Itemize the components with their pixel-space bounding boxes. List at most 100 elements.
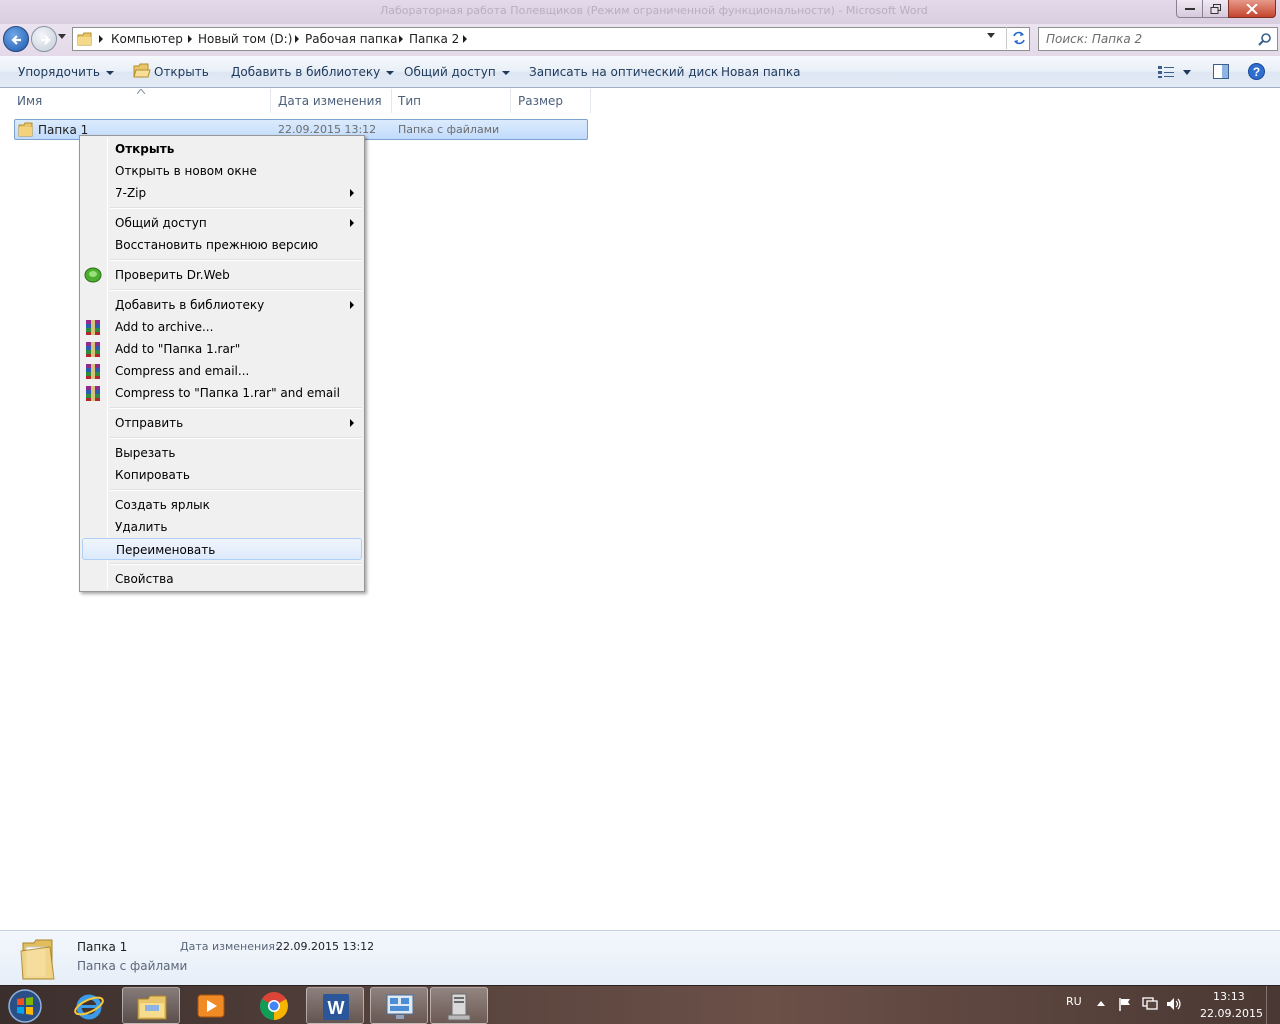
menu-item-add-to-archive[interactable]: Add to archive... <box>82 316 362 338</box>
column-name[interactable]: Имя <box>11 89 271 113</box>
action-center-flag-icon[interactable] <box>1118 997 1132 1011</box>
clock-date[interactable]: 22.09.2015 <box>1200 1007 1263 1020</box>
network-icon[interactable] <box>1142 997 1158 1011</box>
media-player-icon <box>197 994 225 1018</box>
minimize-button[interactable] <box>1176 0 1203 18</box>
winrar-icon <box>86 364 100 379</box>
burn-button[interactable]: Записать на оптический диск <box>529 65 718 79</box>
window-title: Лабораторная работа Полевщиков (Режим ог… <box>380 4 928 17</box>
breadcrumb-current-folder[interactable]: Папка 2 <box>409 32 459 46</box>
menu-separator <box>110 489 362 491</box>
menu-item-drweb[interactable]: Проверить Dr.Web <box>82 264 362 286</box>
taskbar-internet-explorer[interactable] <box>60 987 118 1024</box>
address-bar[interactable]: Компьютер Новый том (D:) Рабочая папка П… <box>72 27 1030 51</box>
column-type[interactable]: Тип <box>392 89 511 113</box>
file-type: Папка с файлами <box>398 123 500 136</box>
menu-separator <box>110 563 362 565</box>
back-button[interactable] <box>3 26 29 52</box>
details-type: Папка с файлами <box>77 959 188 973</box>
taskbar-word[interactable]: W <box>306 987 364 1024</box>
show-desktop-button[interactable] <box>1266 986 1280 1024</box>
address-history-dropdown-icon[interactable] <box>987 33 995 38</box>
breadcrumb-arrow-icon[interactable] <box>99 35 103 43</box>
help-icon[interactable]: ? <box>1248 63 1265 80</box>
clock-time[interactable]: 13:13 <box>1213 990 1245 1003</box>
menu-item-restore-version[interactable]: Восстановить прежнюю версию <box>82 234 362 256</box>
preview-pane-icon[interactable] <box>1213 64 1229 79</box>
volume-icon[interactable] <box>1166 997 1182 1011</box>
menu-item-compress-rar-email[interactable]: Compress to "Папка 1.rar" and email <box>82 382 362 404</box>
drweb-spider-icon <box>84 267 102 283</box>
menu-item-properties[interactable]: Свойства <box>82 568 362 590</box>
menu-item-add-to-rar[interactable]: Add to "Папка 1.rar" <box>82 338 362 360</box>
chevron-down-icon[interactable] <box>1183 70 1191 75</box>
menu-item-7zip[interactable]: 7-Zip <box>82 182 362 204</box>
refresh-button[interactable] <box>1006 27 1030 49</box>
breadcrumb-computer[interactable]: Компьютер <box>111 32 183 46</box>
view-options-icon[interactable] <box>1158 66 1174 78</box>
taskbar-file-server[interactable] <box>430 987 488 1024</box>
column-date[interactable]: Дата изменения <box>272 89 392 113</box>
search-icon[interactable] <box>1258 32 1272 46</box>
menu-item-rename[interactable]: Переименовать <box>82 538 362 560</box>
close-icon <box>1246 3 1258 14</box>
breadcrumb-arrow-icon[interactable] <box>188 35 192 43</box>
taskbar-chrome[interactable] <box>245 987 303 1024</box>
restore-button[interactable] <box>1202 0 1229 18</box>
share-button[interactable]: Общий доступ <box>404 65 510 79</box>
open-button[interactable]: Открыть <box>154 65 209 79</box>
start-button[interactable] <box>5 988 45 1024</box>
winrar-icon <box>86 386 100 401</box>
menu-item-copy[interactable]: Копировать <box>82 464 362 486</box>
show-hidden-icons-icon[interactable] <box>1097 1001 1105 1007</box>
breadcrumb-arrow-icon[interactable] <box>463 35 467 43</box>
details-date: 22.09.2015 13:12 <box>276 940 375 953</box>
winrar-icon <box>86 320 100 335</box>
taskbar-remote-desktop[interactable] <box>370 987 428 1024</box>
menu-separator <box>110 259 362 261</box>
menu-item-open-new-window[interactable]: Открыть в новом окне <box>82 160 362 182</box>
submenu-arrow-icon <box>350 189 354 197</box>
breadcrumb-work-folder[interactable]: Рабочая папка <box>305 32 397 46</box>
recent-pages-dropdown-icon[interactable] <box>58 34 66 40</box>
close-button[interactable] <box>1228 0 1276 18</box>
column-size[interactable]: Размер <box>512 89 591 113</box>
add-to-library-label: Добавить в библиотеку <box>231 65 381 79</box>
taskbar-explorer[interactable] <box>122 987 180 1024</box>
menu-separator <box>110 207 362 209</box>
breadcrumb-arrow-icon[interactable] <box>295 35 299 43</box>
menu-item-add-to-library[interactable]: Добавить в библиотеку <box>82 294 362 316</box>
details-date-label: Дата изменения: <box>180 940 279 953</box>
explorer-icon <box>137 995 167 1020</box>
share-label: Общий доступ <box>404 65 496 79</box>
windows-logo-icon <box>8 989 42 1023</box>
taskbar-media-player[interactable] <box>182 987 240 1024</box>
forward-button[interactable] <box>31 26 57 52</box>
chevron-down-icon <box>501 70 510 75</box>
menu-item-open[interactable]: Открыть <box>82 138 362 160</box>
context-menu: Открыть Открыть в новом окне 7-Zip Общий… <box>79 135 365 592</box>
menu-item-compress-email[interactable]: Compress and email... <box>82 360 362 382</box>
open-folder-icon <box>133 63 151 78</box>
organize-button[interactable]: Упорядочить <box>18 65 114 79</box>
menu-separator <box>110 407 362 409</box>
menu-item-delete[interactable]: Удалить <box>82 516 362 538</box>
internet-explorer-icon <box>74 994 104 1020</box>
new-folder-button[interactable]: Новая папка <box>721 65 800 79</box>
details-name: Папка 1 <box>77 940 128 954</box>
menu-item-share[interactable]: Общий доступ <box>82 212 362 234</box>
breadcrumb-drive[interactable]: Новый том (D:) <box>198 32 292 46</box>
menu-item-send-to[interactable]: Отправить <box>82 412 362 434</box>
menu-item-create-shortcut[interactable]: Создать ярлык <box>82 494 362 516</box>
add-to-library-button[interactable]: Добавить в библиотеку <box>231 65 395 79</box>
search-input[interactable]: Поиск: Папка 2 <box>1038 27 1278 51</box>
navigation-bar: Компьютер Новый том (D:) Рабочая папка П… <box>0 24 1280 56</box>
menu-item-cut[interactable]: Вырезать <box>82 442 362 464</box>
menu-separator <box>110 289 362 291</box>
chevron-down-icon <box>386 70 395 75</box>
breadcrumb-arrow-icon[interactable] <box>399 35 403 43</box>
search-placeholder: Поиск: Папка 2 <box>1046 32 1143 46</box>
word-icon: W <box>323 994 349 1020</box>
details-pane: Папка 1 Папка с файлами Дата изменения: … <box>0 930 1280 985</box>
language-indicator[interactable]: RU <box>1066 995 1082 1008</box>
